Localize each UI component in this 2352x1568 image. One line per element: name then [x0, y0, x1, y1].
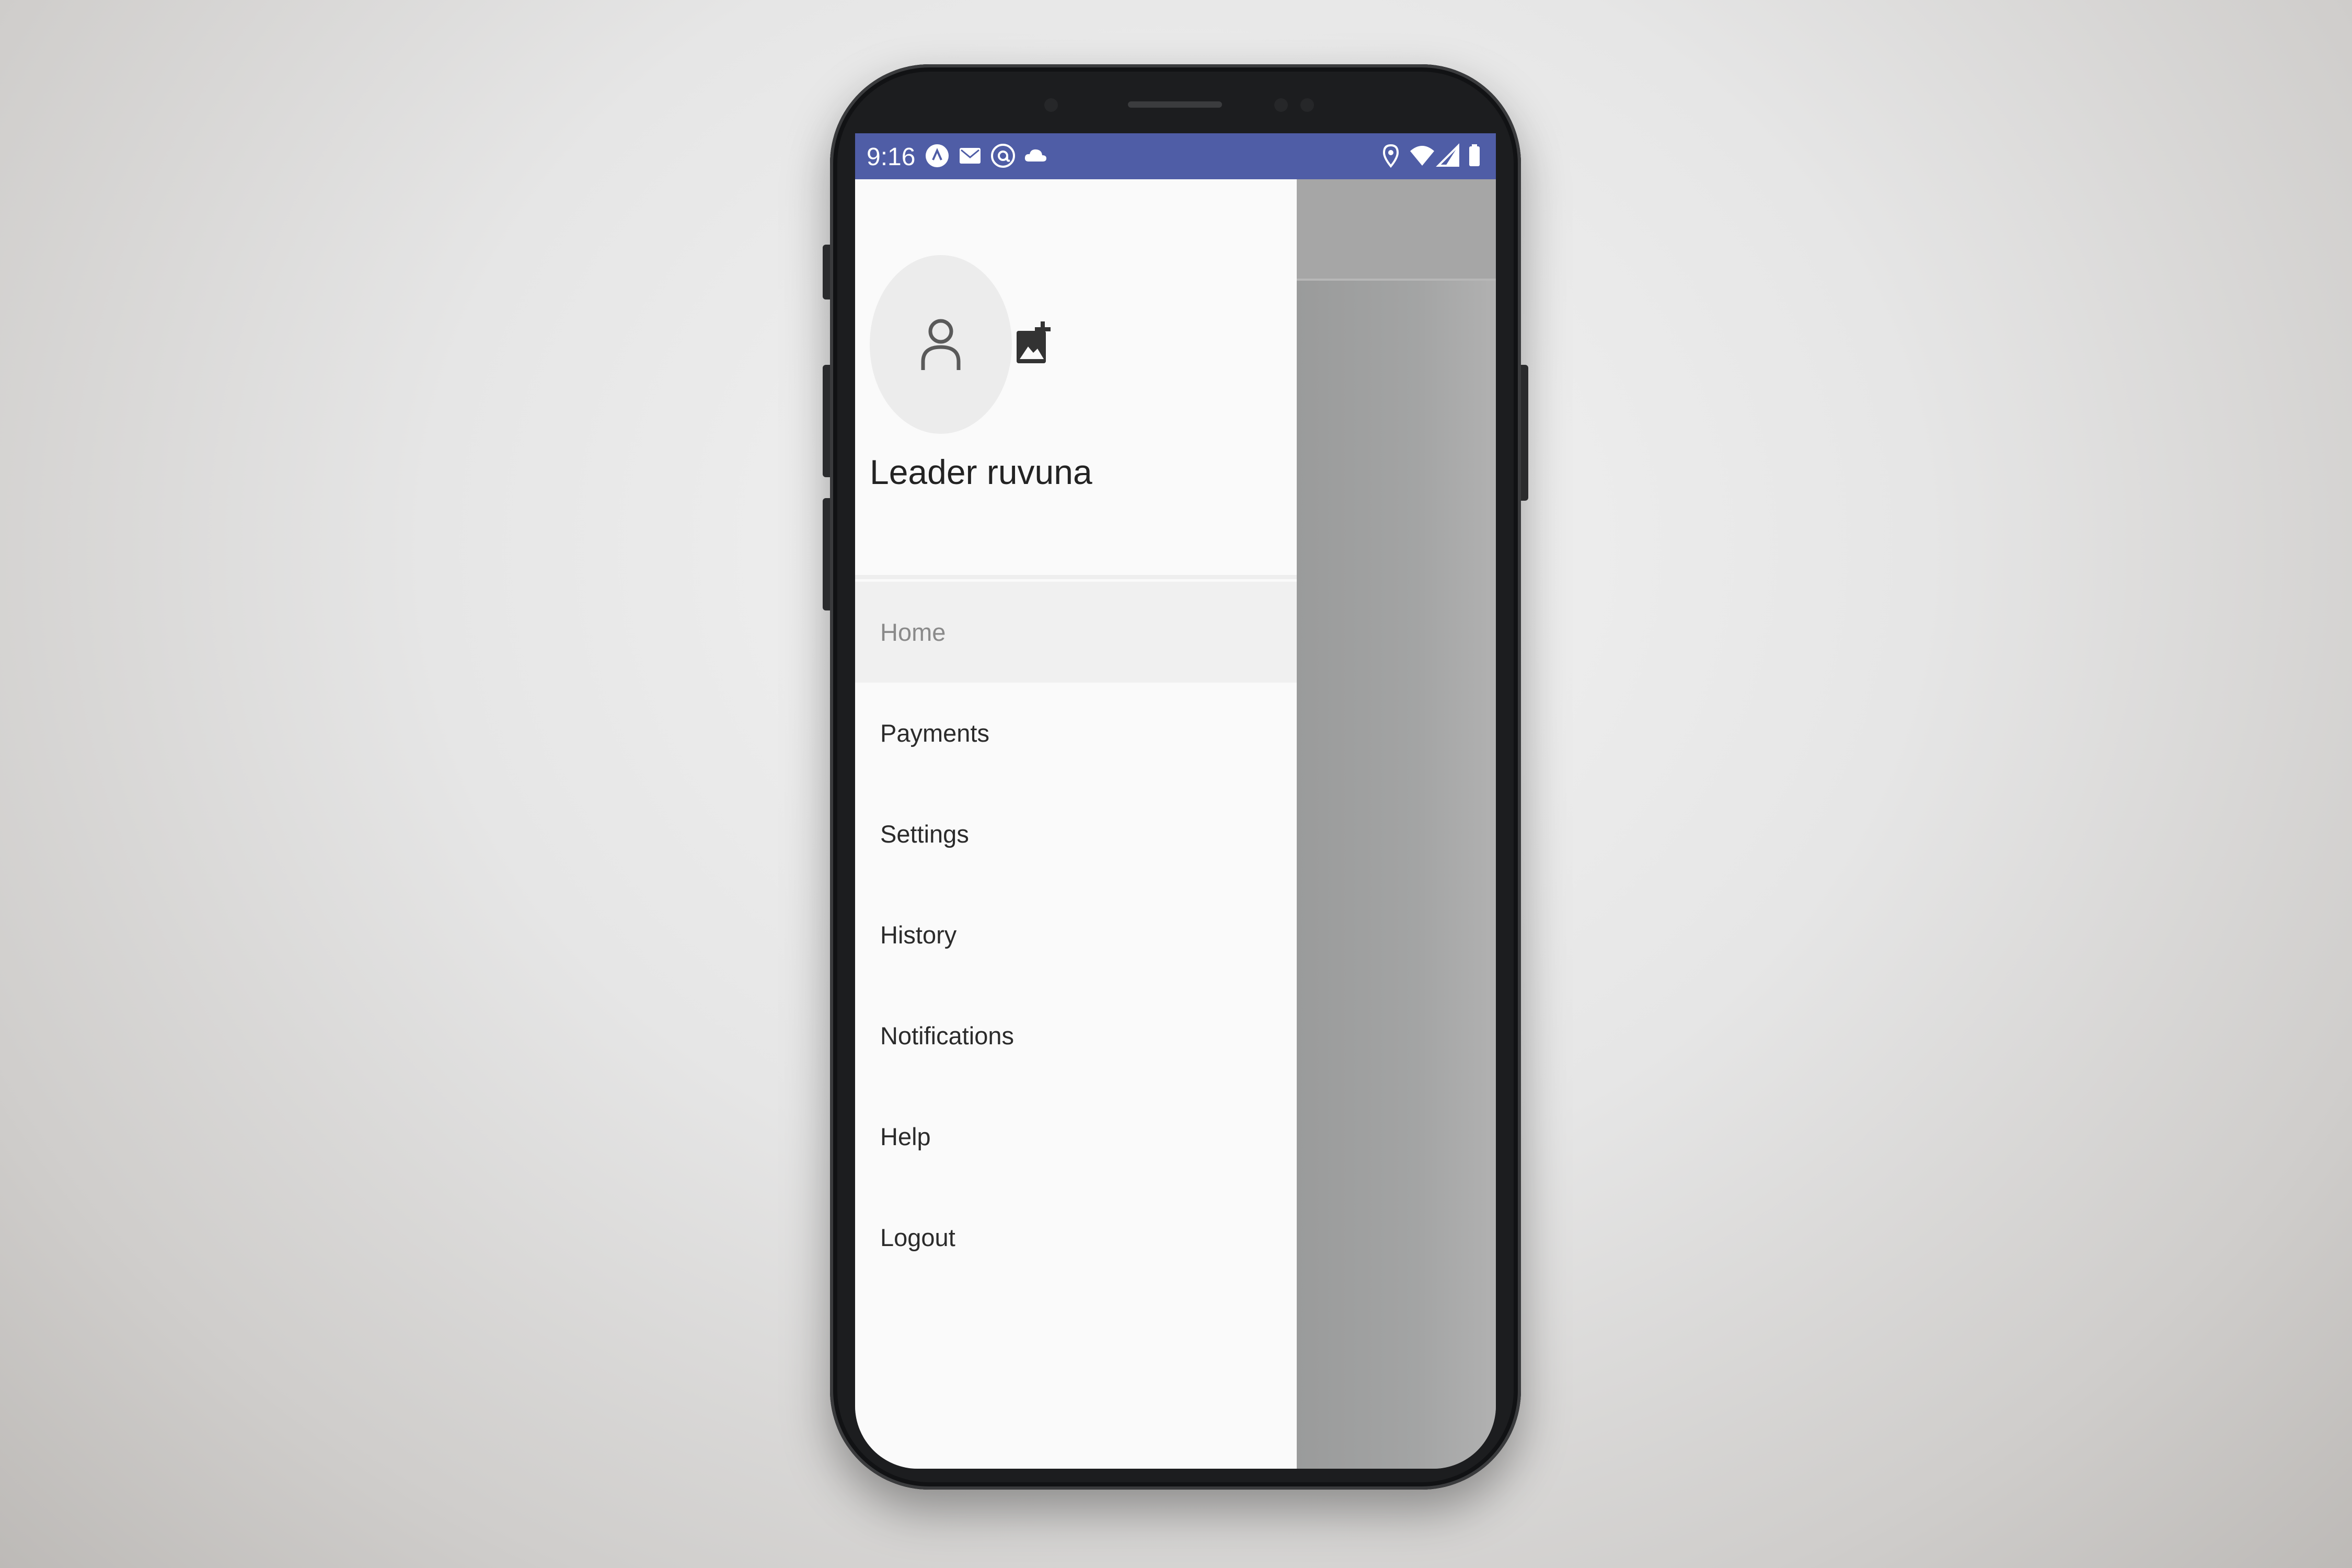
at-sign-icon: [991, 144, 1015, 168]
power-button: [1521, 365, 1528, 501]
menu-item-settings[interactable]: Settings: [855, 783, 1297, 884]
menu-item-payments[interactable]: Payments: [855, 683, 1297, 783]
bixby-button: [823, 498, 830, 610]
signal-icon: [1436, 143, 1459, 167]
menu-item-help[interactable]: Help: [855, 1086, 1297, 1187]
navigation-drawer: Leader ruvuna Home Payments Settings His…: [855, 179, 1297, 1469]
location-icon: [1382, 144, 1399, 168]
menu-item-logout[interactable]: Logout: [855, 1187, 1297, 1288]
drawer-header: Leader ruvuna: [855, 179, 1297, 579]
menu-item-notifications[interactable]: Notifications: [855, 985, 1297, 1086]
scrim-overlay[interactable]: [1297, 179, 1496, 1469]
underlying-app-bar: [1297, 179, 1496, 281]
mail-icon: [960, 148, 981, 164]
volume-up-button: [823, 245, 830, 299]
iris-sensor: [1300, 98, 1314, 112]
person-outline-icon: [921, 319, 961, 370]
menu-item-history[interactable]: History: [855, 884, 1297, 985]
avatar[interactable]: [870, 255, 1012, 434]
battery-icon: [1469, 144, 1480, 166]
front-sensor: [1044, 98, 1058, 112]
earpiece-speaker: [1128, 101, 1222, 108]
add-photo-icon[interactable]: [1014, 319, 1054, 365]
cloud-icon: [1024, 149, 1046, 162]
front-camera: [1274, 98, 1288, 112]
status-bar: 9:16: [855, 133, 1496, 179]
phone-frame: 9:16 Leader ruvuna Home Payments Setting…: [823, 64, 1528, 1490]
drawer-menu: Home Payments Settings History Notificat…: [855, 582, 1297, 1288]
volume-down-button: [823, 365, 830, 477]
app-circle-icon: [926, 144, 949, 167]
user-name: Leader ruvuna: [870, 453, 1092, 491]
status-time: 9:16: [867, 143, 916, 171]
menu-item-home[interactable]: Home: [855, 582, 1297, 683]
wifi-icon: [1410, 146, 1434, 166]
phone-screen: 9:16 Leader ruvuna Home Payments Setting…: [855, 133, 1496, 1469]
